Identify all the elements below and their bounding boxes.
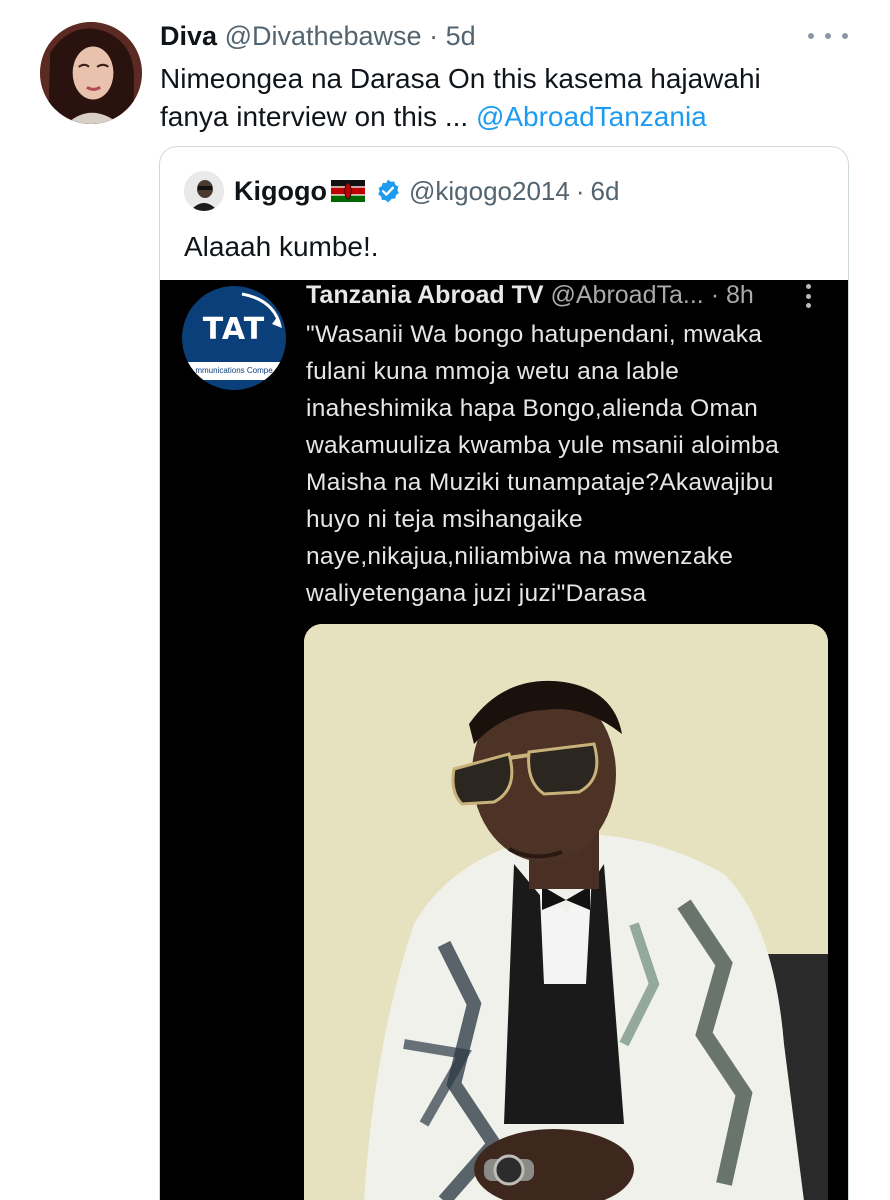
inner-more-icon [806,284,812,308]
tweet-text-line1: Nimeongea na Darasa On this kasema hajaw… [160,63,761,94]
tweet-header: Diva @Divathebawse · 5d [160,20,476,52]
quoted-tweet-text: Alaaah kumbe!. [184,231,379,262]
quoted-tweet[interactable]: Kigogo @kigogo2014 · 6d Alaaah kumbe!. T… [159,146,849,1200]
inner-more-dot [806,284,811,289]
quoted-tweet-header: Kigogo @kigogo2014 · 6d [184,169,619,213]
tat-logo-letters: TAT [202,312,266,347]
tat-logo: TAT mmunications Compe [182,286,286,390]
inner-account-name: Tanzania Abroad TV [306,281,544,309]
inner-tweet-header: Tanzania Abroad TV @AbroadTa... · 8h [306,280,754,310]
tweet-text: Nimeongea na Darasa On this kasema hajaw… [160,60,850,136]
quoted-avatar[interactable] [184,171,224,211]
inner-text-line: "Wasanii Wa bongo hatupendani, mwaka [306,321,763,348]
quoted-media-screenshot[interactable]: TAT mmunications Compe Tanzania Abroad T… [160,280,848,1200]
quoted-display-name[interactable]: Kigogo [234,176,327,207]
more-options-icon[interactable] [808,24,848,48]
inner-more-dot [806,303,811,308]
inner-text-line: fulani kuna mmoja wetu ana lable [306,358,680,385]
avatar[interactable] [40,22,142,124]
kenya-flag-icon [330,180,365,202]
mention-link[interactable]: @AbroadTanzania [476,101,707,132]
tat-logo-subtext: mmunications Compe [182,362,286,380]
inner-timestamp: 8h [725,281,754,309]
inner-text-line: wakamuuliza kwamba yule msanii aloimba [306,432,780,459]
more-dot [842,33,848,39]
timestamp[interactable]: 5d [446,21,476,51]
inner-separator: · [710,281,720,309]
inner-text-line: waliyetengana juzi juzi"Darasa [306,580,647,607]
inner-text-line: Maisha na Muziki tunampataje?Akawajibu [306,469,774,496]
inner-tweet-text: "Wasanii Wa bongo hatupendani, mwaka ful… [306,316,836,612]
tweet[interactable]: Diva @Divathebawse · 5d Nimeongea na Dar… [0,0,890,1200]
verified-badge-icon [375,178,401,204]
quoted-timestamp[interactable]: 6d [591,176,620,207]
inner-text-line: huyo ni teja msihangaike [306,506,583,533]
quoted-handle[interactable]: @kigogo2014 [409,176,570,207]
more-dot [808,33,814,39]
quoted-separator: · [575,175,585,206]
portrait-photo [304,624,828,1200]
inner-text-line: naye,nikajua,niliambiwa na mwenzake [306,543,734,570]
handle[interactable]: @Divathebawse [225,21,422,51]
more-dot [825,33,831,39]
inner-more-dot [806,293,811,299]
tweet-text-line2: fanya interview on this ... [160,101,469,132]
inner-account-handle: @AbroadTa... [550,281,704,309]
display-name[interactable]: Diva [160,21,217,51]
separator: · [429,21,439,51]
inner-text-line: inaheshimika hapa Bongo,aliendа Oman [306,395,759,422]
